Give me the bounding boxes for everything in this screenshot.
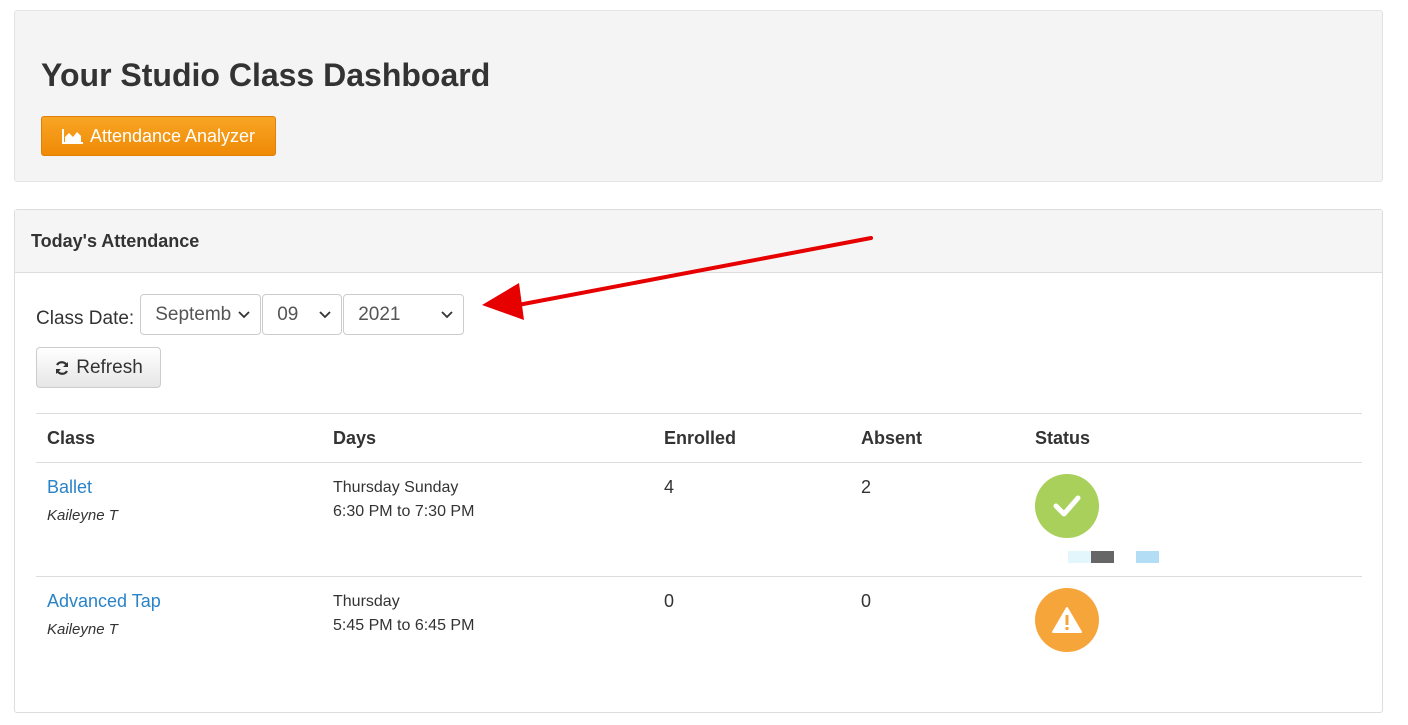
header-class: Class — [47, 428, 96, 448]
analyzer-button-label: Attendance Analyzer — [89, 125, 256, 146]
chevron-down-icon — [238, 310, 250, 318]
header-days: Days — [333, 428, 377, 448]
instructor-name: Kaileyne T — [47, 621, 118, 638]
panel-title: Today's Attendance — [15, 210, 1382, 273]
refresh-icon — [54, 360, 70, 376]
header-enrolled: Enrolled — [664, 428, 737, 448]
enrolled-count: 0 — [664, 591, 675, 611]
year-value: 2021 — [358, 303, 401, 325]
table-row: Advanced Tap Kaileyne T Thursday 5:45 PM… — [36, 577, 1362, 697]
class-days: Thursday — [333, 593, 400, 610]
attendance-panel: Today's Attendance Class Date: Septemb 0… — [14, 209, 1383, 713]
table-header-row: Class Days Enrolled Absent Status — [36, 413, 1362, 463]
absent-count: 2 — [861, 477, 872, 497]
attendance-table: Class Days Enrolled Absent Status Ballet… — [36, 413, 1362, 697]
class-cell: Ballet Kaileyne T — [47, 477, 118, 524]
status-cell — [1035, 474, 1099, 538]
day-select[interactable]: 09 — [262, 294, 343, 335]
class-link-advanced-tap[interactable]: Advanced Tap — [47, 591, 161, 612]
attendance-analyzer-button[interactable]: Attendance Analyzer — [41, 116, 276, 156]
header-absent: Absent — [861, 428, 923, 448]
class-date-label: Class Date: — [36, 307, 135, 329]
attendance-mini-bar — [1136, 551, 1159, 563]
refresh-button[interactable]: Refresh — [36, 347, 161, 388]
class-days: Thursday Sunday — [333, 479, 459, 496]
class-time: 6:30 PM to 7:30 PM — [333, 503, 475, 520]
days-cell: Thursday 5:45 PM to 6:45 PM — [333, 591, 474, 639]
header-status: Status — [1035, 428, 1091, 448]
chevron-down-icon — [441, 310, 453, 318]
attendance-mini-bar — [1068, 551, 1091, 563]
class-link-ballet[interactable]: Ballet — [47, 477, 118, 498]
absent-count: 0 — [861, 591, 872, 611]
class-date-row: Class Date: Septemb 09 2021 — [36, 294, 465, 335]
status-cell — [1035, 588, 1099, 652]
year-select[interactable]: 2021 — [343, 294, 465, 335]
class-cell: Advanced Tap Kaileyne T — [47, 591, 161, 638]
warning-icon[interactable] — [1035, 588, 1099, 652]
dashboard-header: Your Studio Class Dashboard Attendance A… — [14, 10, 1383, 182]
class-time: 5:45 PM to 6:45 PM — [333, 617, 475, 634]
table-row: Ballet Kaileyne T Thursday Sunday 6:30 P… — [36, 463, 1362, 577]
month-select[interactable]: Septemb — [140, 294, 262, 335]
instructor-name: Kaileyne T — [47, 507, 118, 524]
month-value: Septemb — [155, 303, 232, 325]
check-icon[interactable] — [1035, 474, 1099, 538]
days-cell: Thursday Sunday 6:30 PM to 7:30 PM — [333, 477, 474, 525]
day-value: 09 — [277, 303, 299, 325]
enrolled-count: 4 — [664, 477, 675, 497]
attendance-mini-bar — [1091, 551, 1114, 563]
refresh-button-label: Refresh — [76, 356, 143, 378]
page-title: Your Studio Class Dashboard — [41, 57, 491, 93]
chevron-down-icon — [319, 310, 331, 318]
area-chart-icon — [61, 128, 84, 144]
